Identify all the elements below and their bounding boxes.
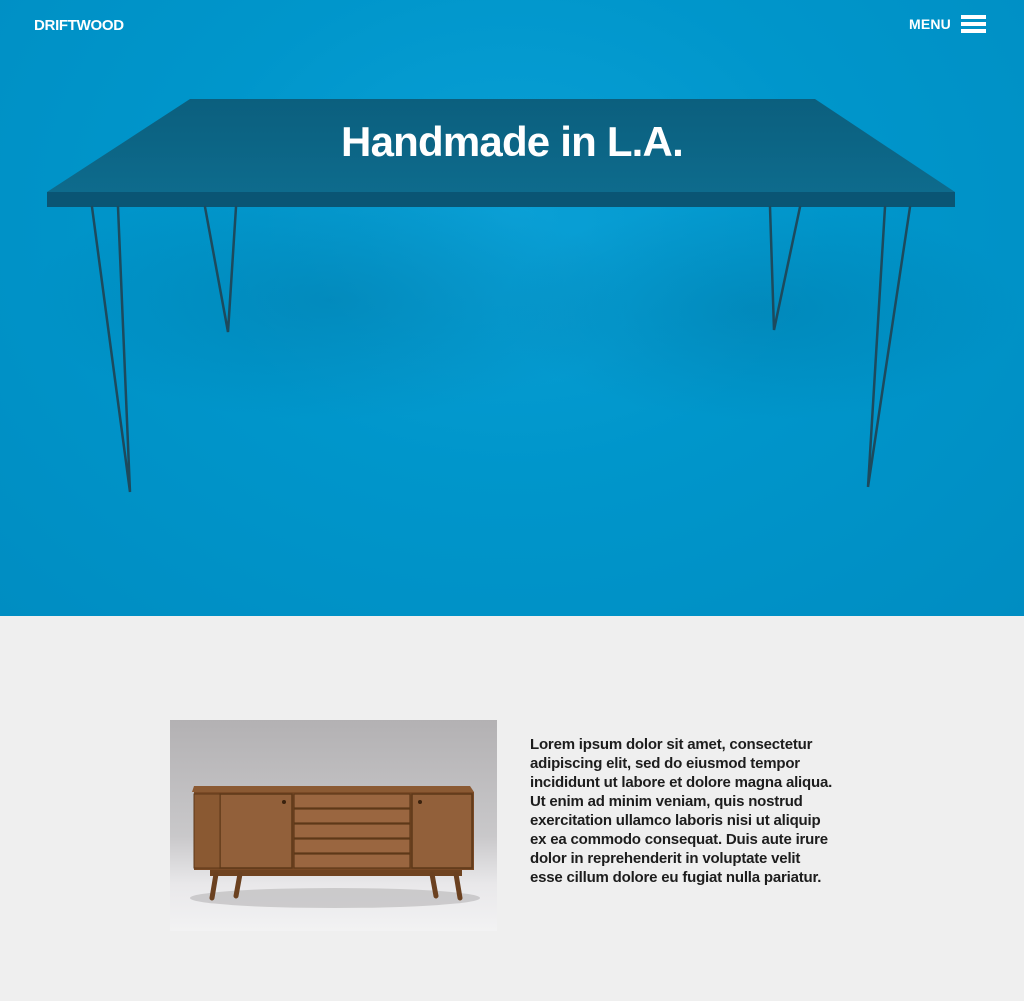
feature-section: Lorem ipsum dolor sit amet, consectetur … [0,616,1024,1001]
feature-description: Lorem ipsum dolor sit amet, consectetur … [530,736,833,886]
hamburger-icon [961,15,986,33]
hamburger-line [961,29,986,33]
hamburger-line [961,15,986,19]
menu-button[interactable]: MENU [909,15,986,33]
hero-section: DRIFTWOOD MENU Handmade in L.A. [0,0,1024,616]
hero-table-image [30,99,1020,493]
sideboard-image [170,720,497,931]
hero-title: Handmade in L.A. [341,118,684,165]
sideboard-illustration [190,786,480,908]
hamburger-line [961,22,986,26]
menu-label: MENU [908,16,951,32]
brand-logo-link[interactable]: DRIFTWOOD [34,17,124,34]
